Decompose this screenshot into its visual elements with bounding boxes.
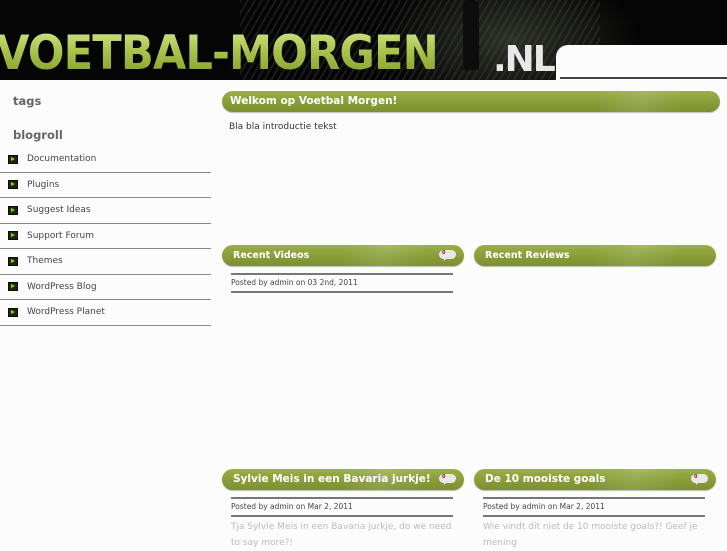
- blogroll-item-documentation[interactable]: Documentation: [0, 147, 211, 173]
- green-arrow-bullet-icon: [8, 307, 18, 317]
- comment-bubble-icon[interactable]: 0: [439, 250, 456, 261]
- divider: [483, 515, 705, 517]
- blogroll-item-label[interactable]: WordPress Planet: [27, 307, 105, 317]
- comment-bubble-icon[interactable]: 0: [691, 474, 708, 485]
- site-logo-tld[interactable]: .NL: [493, 40, 556, 80]
- site-header: VOETBAL-MORGEN .NL: [0, 0, 727, 80]
- green-arrow-bullet-icon: [8, 205, 18, 215]
- blogroll-item-label[interactable]: Support Forum: [27, 231, 94, 241]
- blogroll-item-suggest-ideas[interactable]: Suggest Ideas: [0, 198, 211, 224]
- green-arrow-bullet-icon: [8, 180, 18, 190]
- blogroll-item-plugins[interactable]: Plugins: [0, 173, 211, 198]
- green-arrow-bullet-icon: [8, 231, 18, 241]
- header-tab-divider: [560, 77, 727, 79]
- header-tab: [556, 45, 727, 80]
- green-arrow-bullet-icon: [8, 256, 18, 266]
- blogroll-item-wordpress-planet[interactable]: WordPress Planet: [0, 300, 211, 326]
- post-title-bar: Sylvie Meis in een Bavaria jurkje! 0: [222, 469, 464, 490]
- tags-heading: tags: [13, 94, 42, 108]
- post-title-link[interactable]: De 10 mooiste goals: [485, 473, 605, 485]
- blogroll-item-label[interactable]: Documentation: [27, 154, 96, 164]
- header-player-silhouette: [463, 0, 479, 70]
- divider: [231, 273, 453, 275]
- recent-reviews-title[interactable]: Recent Reviews: [485, 250, 570, 261]
- blogroll-item-wordpress-blog[interactable]: WordPress Blog: [0, 275, 211, 300]
- blogroll-item-support-forum[interactable]: Support Forum: [0, 224, 211, 249]
- post-excerpt: Wie vindt dit niet de 10 mooiste goals?!…: [483, 522, 698, 548]
- recent-videos-bar: Recent Videos 0: [222, 245, 464, 266]
- post-meta: Posted by admin on Mar 2, 2011: [483, 502, 605, 511]
- blogroll-item-label[interactable]: WordPress Blog: [27, 282, 97, 292]
- comment-bubble-icon[interactable]: 0: [439, 474, 456, 485]
- post-meta: Posted by admin on 03 2nd, 2011: [231, 278, 358, 287]
- post-meta: Posted by admin on Mar 2, 2011: [231, 502, 353, 511]
- welcome-title-bar: Welkom op Voetbal Morgen!: [222, 91, 720, 112]
- welcome-title: Welkom op Voetbal Morgen!: [230, 95, 398, 107]
- blogroll-heading: blogroll: [13, 128, 63, 142]
- blogroll-item-label[interactable]: Themes: [27, 256, 63, 266]
- post-title-link[interactable]: Sylvie Meis in een Bavaria jurkje!: [233, 473, 431, 485]
- site-logo[interactable]: VOETBAL-MORGEN: [0, 28, 439, 80]
- divider: [231, 497, 453, 499]
- blogroll-list: Documentation Plugins Suggest Ideas Supp…: [0, 147, 211, 326]
- divider: [231, 291, 453, 293]
- recent-reviews-bar: Recent Reviews: [474, 245, 716, 266]
- blogroll-item-themes[interactable]: Themes: [0, 249, 211, 275]
- green-arrow-bullet-icon: [8, 282, 18, 292]
- blogroll-item-label[interactable]: Suggest Ideas: [27, 205, 91, 215]
- blogroll-item-label[interactable]: Plugins: [27, 180, 59, 190]
- recent-videos-title[interactable]: Recent Videos: [233, 250, 309, 261]
- post-title-bar: De 10 mooiste goals 0: [474, 469, 716, 490]
- green-arrow-bullet-icon: [8, 154, 18, 164]
- divider: [231, 515, 453, 517]
- intro-text: Bla bla introductie tekst: [229, 122, 337, 132]
- divider: [483, 497, 705, 499]
- post-excerpt: Tja Sylvie Meis in een Bavaria jurkje, d…: [231, 522, 452, 548]
